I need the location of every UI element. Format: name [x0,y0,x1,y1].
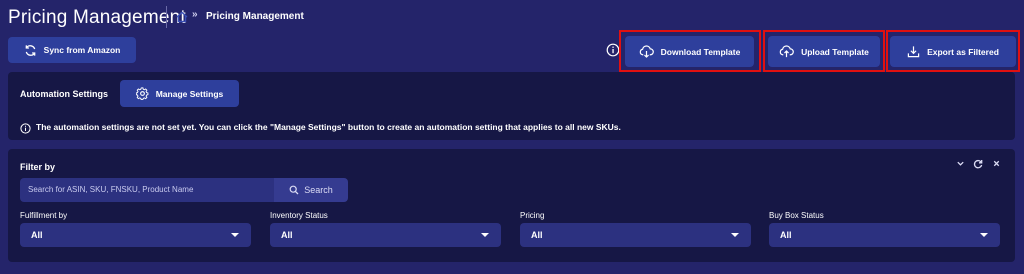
home-icon[interactable] [176,10,188,23]
download-template-button[interactable]: Download Template [625,36,754,67]
inventory-status-value: All [281,230,293,240]
buy-box-status-value: All [780,230,792,240]
caret-down-icon [231,233,239,237]
breadcrumb-separator: » [192,9,198,20]
refresh-icon[interactable] [972,159,984,172]
breadcrumb-current: Pricing Management [206,11,304,22]
export-as-filtered-label: Export as Filtered [927,46,999,57]
fulfillment-by-value: All [31,230,43,240]
buy-box-status-select[interactable]: All [769,223,1000,247]
gear-icon [135,87,149,100]
cloud-upload-icon [779,45,794,58]
export-download-icon [907,46,920,58]
fulfillment-by-select[interactable]: All [20,223,251,247]
pricing-value: All [531,230,543,240]
caret-down-icon [731,233,739,237]
upload-template-label: Upload Template [801,46,869,57]
title-divider [166,6,167,28]
export-as-filtered-button[interactable]: Export as Filtered [890,36,1016,67]
cloud-download-icon [639,45,654,58]
buy-box-status-label: Buy Box Status [769,211,824,220]
inventory-status-label: Inventory Status [270,211,328,220]
caret-down-icon [980,233,988,237]
download-template-label: Download Template [660,46,741,57]
search-button[interactable]: Search [274,178,348,202]
pricing-select[interactable]: All [520,223,751,247]
search-input[interactable]: Search for ASIN, SKU, FNSKU, Product Nam… [20,178,274,202]
filter-title: Filter by [20,162,56,172]
sync-label: Sync from Amazon [43,45,121,55]
search-icon [289,185,299,195]
close-icon[interactable] [990,159,1002,171]
search-button-label: Search [304,185,333,195]
manage-settings-label: Manage Settings [155,88,224,99]
fulfillment-by-label: Fulfillment by [20,211,68,220]
page-title: Pricing Management [8,7,186,28]
inventory-status-select[interactable]: All [270,223,501,247]
automation-settings-label: Automation Settings [20,89,108,99]
sync-from-amazon-button[interactable]: Sync from Amazon [8,37,136,63]
automation-notice-text: The automation settings are not set yet.… [36,122,621,132]
pricing-label: Pricing [520,211,545,220]
caret-down-icon [481,233,489,237]
info-icon[interactable] [606,43,620,57]
upload-template-button[interactable]: Upload Template [768,36,880,67]
sync-icon [25,44,35,56]
manage-settings-button[interactable]: Manage Settings [120,80,239,107]
notice-info-icon [20,121,31,134]
chevron-down-icon[interactable] [954,159,966,171]
